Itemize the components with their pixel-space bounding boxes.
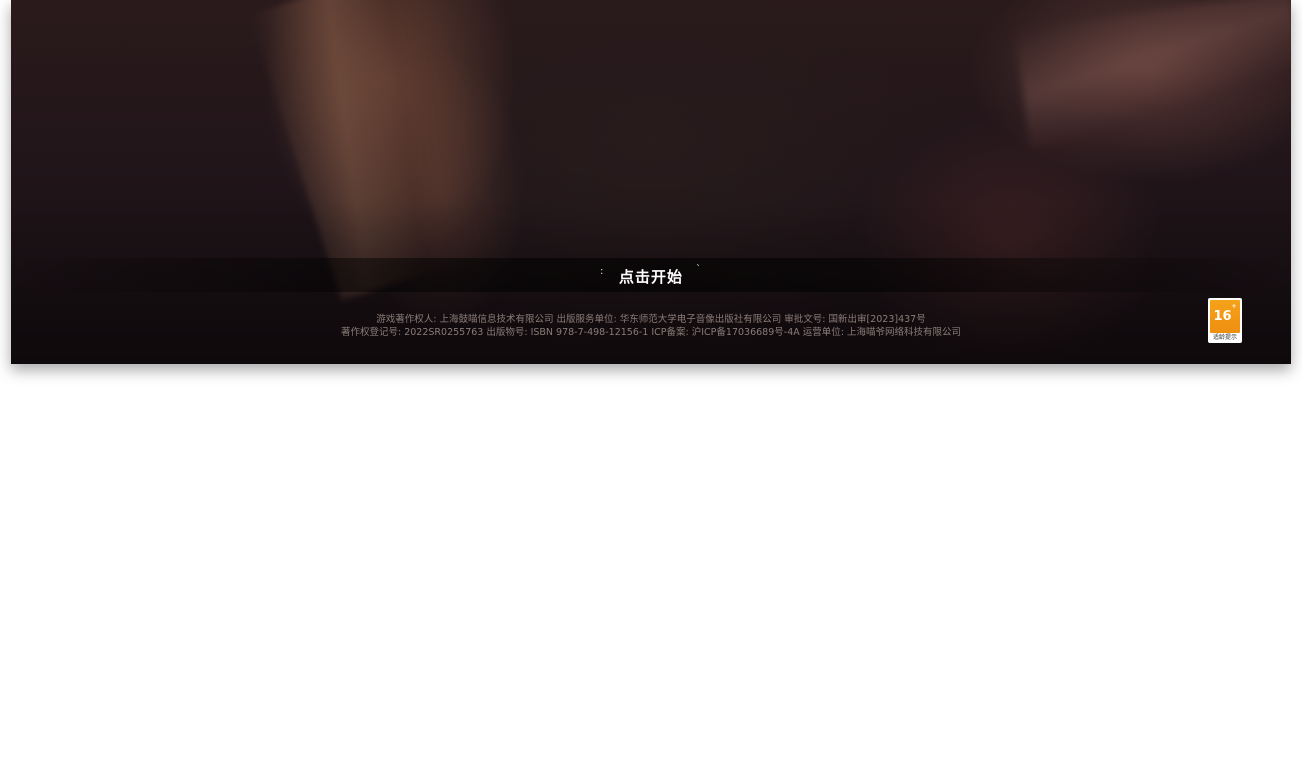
start-button[interactable]: 点击开始	[619, 266, 683, 287]
decor-mark-left: :	[600, 266, 604, 277]
legal-info: 游戏著作权人: 上海鼓喵信息技术有限公司 出版服务单位: 华东师范大学电子音像出…	[11, 313, 1291, 339]
start-bar[interactable]: 点击开始	[11, 258, 1291, 292]
age-rating-number: 16	[1213, 309, 1232, 324]
age-rating-caption: 适龄提示	[1212, 334, 1237, 341]
vignette-overlay	[11, 0, 1291, 364]
age-rating-icon: 16+	[1210, 300, 1240, 333]
decor-mark-right: `	[696, 264, 701, 275]
legal-line-1: 游戏著作权人: 上海鼓喵信息技术有限公司 出版服务单位: 华东师范大学电子音像出…	[376, 314, 926, 325]
age-rating-suffix: +	[1231, 303, 1237, 310]
age-rating-badge[interactable]: 16+ 适龄提示	[1208, 298, 1242, 343]
game-screen[interactable]: 点击开始 : ` 游戏著作权人: 上海鼓喵信息技术有限公司 出版服务单位: 华东…	[11, 0, 1291, 364]
legal-line-2: 著作权登记号: 2022SR0255763 出版物号: ISBN 978-7-4…	[341, 327, 961, 338]
